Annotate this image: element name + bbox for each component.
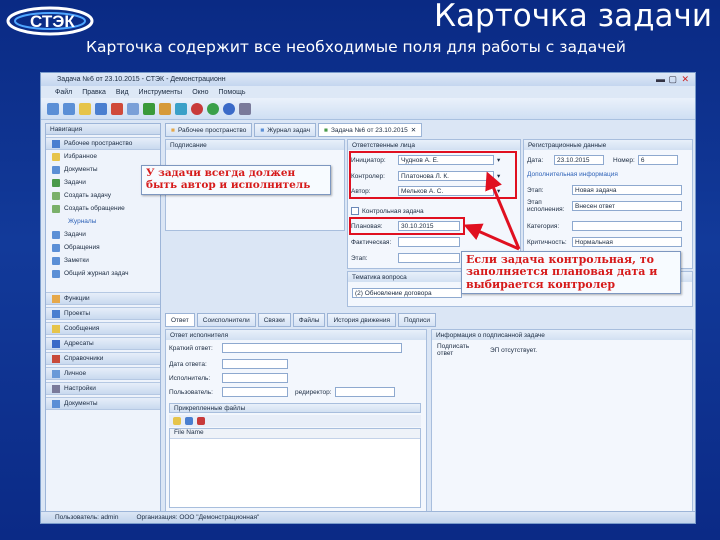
svg-text:СТЭК: СТЭК — [30, 12, 75, 31]
slide-title: Карточка задачи — [434, 0, 712, 34]
stek-logo: СТЭК — [6, 6, 94, 36]
annotation-arrows — [463, 171, 521, 251]
app-window: Задача №6 от 23.10.2015 - СТЭК - Демонст… — [40, 72, 696, 524]
slide-subtitle: Карточка содержит все необходимые поля д… — [86, 38, 626, 56]
